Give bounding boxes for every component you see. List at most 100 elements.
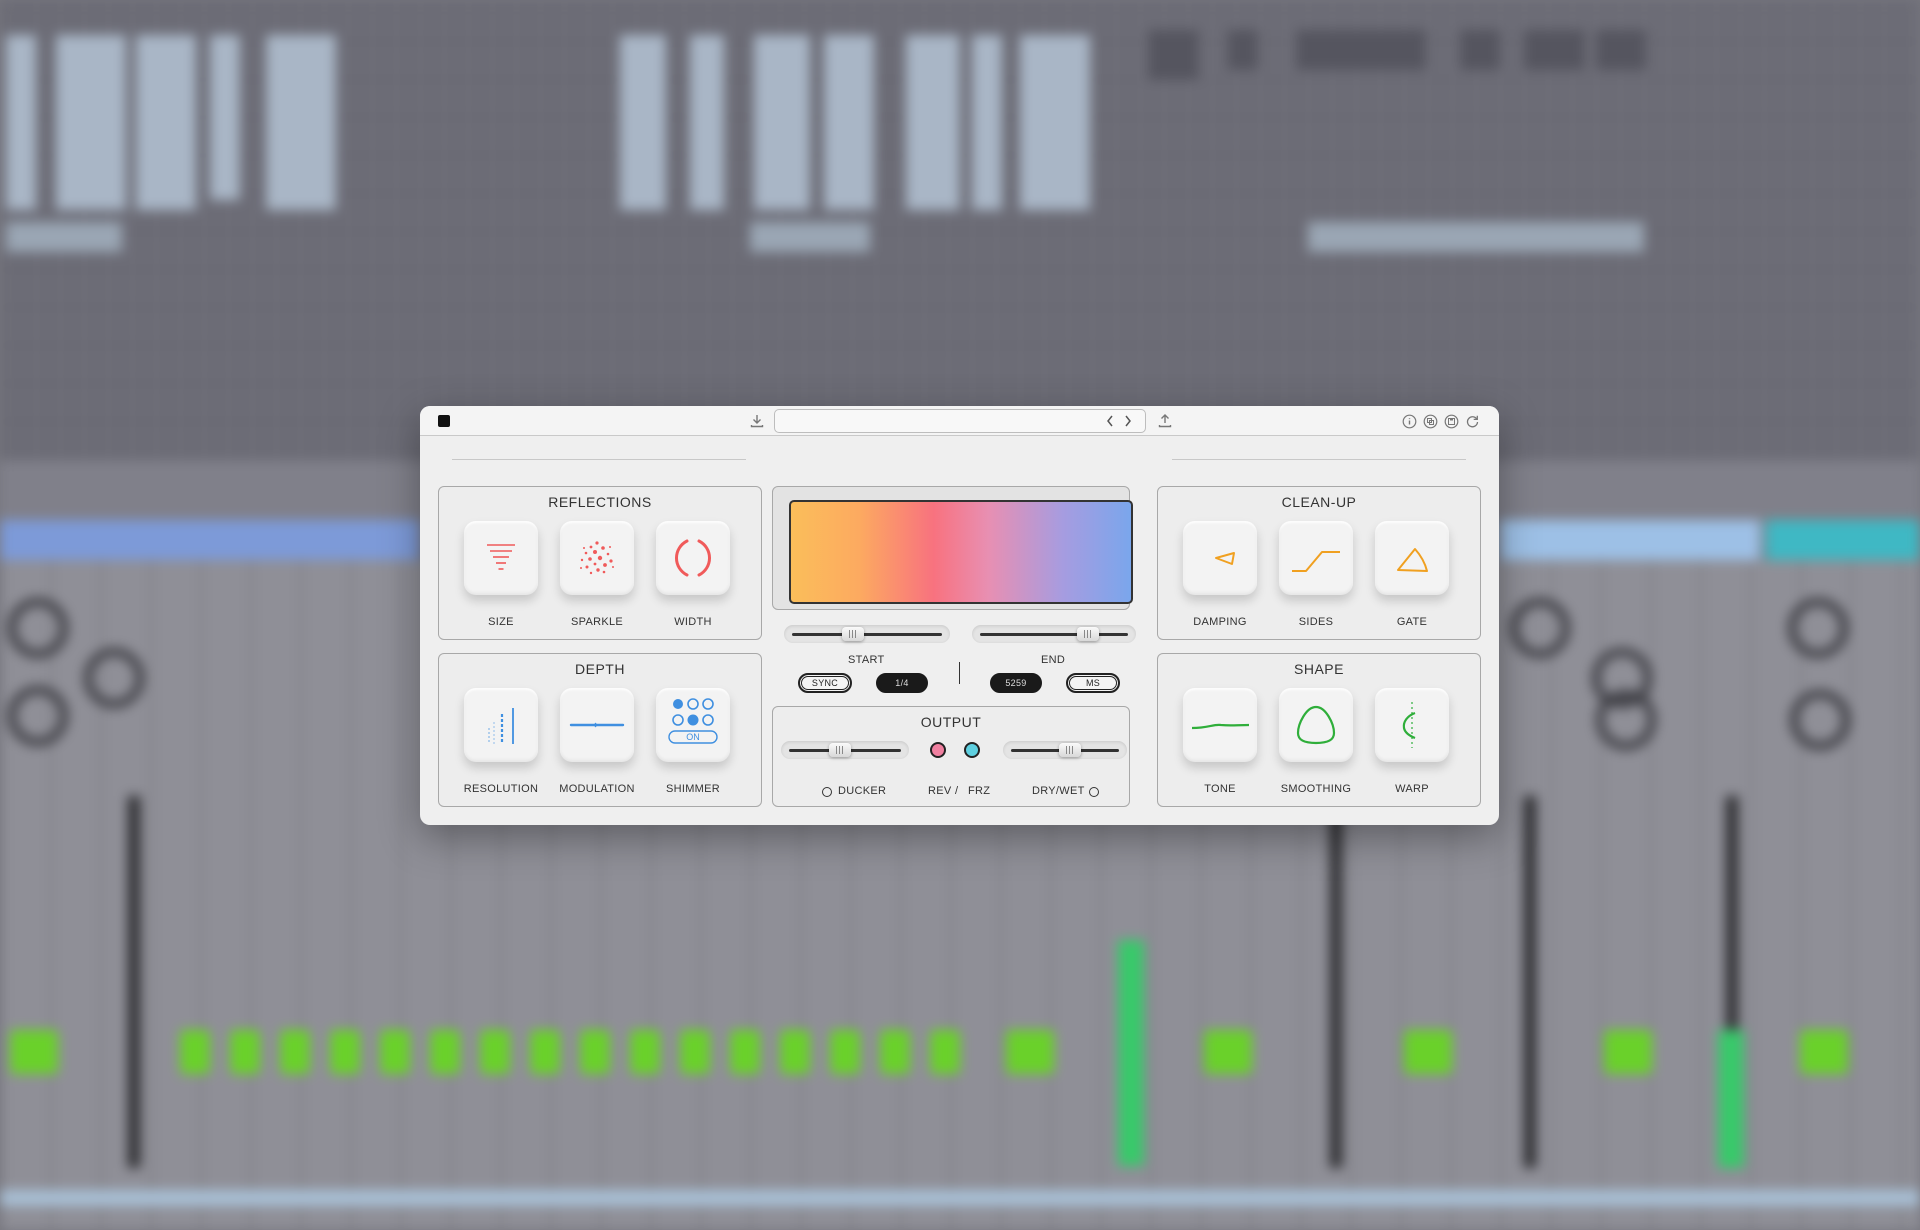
damping-icon	[1215, 552, 1235, 565]
drywet-slider-thumb[interactable]	[1058, 743, 1081, 757]
sides-icon	[1292, 551, 1340, 572]
track-activator	[380, 1030, 410, 1074]
modulation-control[interactable]	[560, 688, 634, 762]
fader	[1524, 796, 1536, 1168]
sparkle-icon	[580, 541, 614, 575]
clip	[6, 35, 36, 210]
ducker-slider[interactable]	[781, 741, 909, 759]
warp-control[interactable]	[1375, 688, 1449, 762]
knob	[1790, 690, 1850, 750]
clip	[972, 35, 1002, 210]
sync-button[interactable]: SYNC	[798, 673, 852, 693]
download-icon[interactable]	[750, 414, 764, 430]
track-activator	[10, 1030, 58, 1074]
clip	[1148, 30, 1198, 80]
fader	[128, 796, 140, 1168]
gate-label: GATE	[1396, 616, 1428, 628]
start-slider-track	[792, 633, 942, 636]
rev-frz-separator: /	[955, 785, 959, 797]
previous-preset-icon[interactable]	[1105, 413, 1115, 434]
clip	[56, 35, 126, 210]
info-icon[interactable]	[1402, 414, 1417, 431]
start-slider[interactable]	[784, 625, 950, 643]
sides-control[interactable]	[1279, 521, 1353, 595]
preset-selector[interactable]	[774, 409, 1146, 433]
end-label: END	[1041, 654, 1066, 666]
clip	[1296, 30, 1426, 70]
plugin-window: REFLECTIONS SIZE SPARKLE WIDTH DEPTH RES…	[420, 406, 1499, 825]
ducker-label: DUCKER	[838, 785, 887, 797]
plugin-titlebar	[420, 406, 1499, 436]
ms-button[interactable]: MS	[1066, 673, 1120, 693]
scrollbar	[0, 1190, 1920, 1206]
knob	[1596, 690, 1656, 750]
start-slider-thumb[interactable]	[842, 627, 865, 641]
clip	[690, 35, 724, 210]
track-activator	[1404, 1030, 1452, 1074]
sync-button-label: SYNC	[811, 678, 839, 688]
size-control[interactable]	[464, 521, 538, 595]
division-value: 1/4	[895, 678, 909, 688]
width-control[interactable]	[656, 521, 730, 595]
resolution-label: RESOLUTION	[463, 783, 539, 795]
resolution-icon	[488, 708, 514, 744]
track-header	[1500, 520, 1760, 560]
shimmer-control[interactable]: ON	[656, 688, 730, 762]
smoothing-control[interactable]	[1279, 688, 1353, 762]
end-slider-thumb[interactable]	[1076, 627, 1099, 641]
drywet-label: DRY/WET	[1032, 785, 1085, 797]
shimmer-icon	[668, 698, 718, 744]
gradient-display[interactable]	[789, 500, 1133, 604]
smoothing-label: SMOOTHING	[1280, 783, 1352, 795]
clip	[1308, 222, 1644, 252]
track-header	[0, 520, 420, 560]
smoothing-icon	[1296, 705, 1336, 745]
start-label: START	[848, 654, 885, 666]
clip	[824, 35, 874, 210]
ms-value: 5259	[1005, 678, 1027, 688]
shimmer-label: SHIMMER	[665, 783, 721, 795]
save-icon[interactable]	[1444, 414, 1459, 431]
clip	[1596, 30, 1646, 70]
compare-icon[interactable]	[1423, 414, 1438, 431]
drywet-radio[interactable]	[1089, 787, 1099, 797]
level-meter	[1118, 940, 1144, 1166]
knob	[8, 598, 68, 658]
resolution-control[interactable]	[464, 688, 538, 762]
track-activator	[230, 1030, 260, 1074]
gate-control[interactable]	[1375, 521, 1449, 595]
tone-control[interactable]	[1183, 688, 1257, 762]
damping-control[interactable]	[1183, 521, 1257, 595]
track-activator	[280, 1030, 310, 1074]
clip	[6, 222, 122, 252]
track-activator	[1604, 1030, 1652, 1074]
track-header	[1766, 520, 1920, 560]
track-activator	[880, 1030, 910, 1074]
track-activator	[580, 1030, 610, 1074]
sparkle-control[interactable]	[560, 521, 634, 595]
frz-toggle[interactable]	[964, 742, 980, 758]
division-selector[interactable]: 1/4	[876, 673, 928, 693]
plugin-toggle-button[interactable]	[438, 415, 450, 427]
damping-label: DAMPING	[1193, 616, 1247, 628]
clip	[1020, 35, 1090, 210]
tone-icon	[1191, 723, 1250, 730]
track-activator	[830, 1030, 860, 1074]
knob	[1788, 598, 1848, 658]
ducker-slider-thumb[interactable]	[829, 743, 852, 757]
ms-value-field[interactable]: 5259	[990, 673, 1042, 693]
size-label: SIZE	[488, 616, 514, 628]
upload-icon[interactable]	[1158, 414, 1172, 430]
reset-icon[interactable]	[1465, 414, 1480, 431]
gate-icon	[1397, 548, 1428, 572]
drywet-slider[interactable]	[1003, 741, 1127, 759]
rev-toggle[interactable]	[930, 742, 946, 758]
next-preset-icon[interactable]	[1123, 413, 1133, 434]
warp-label: WARP	[1395, 783, 1429, 795]
warp-icon	[1402, 702, 1416, 748]
knob	[1510, 598, 1570, 658]
end-slider[interactable]	[972, 625, 1136, 643]
ducker-radio[interactable]	[822, 787, 832, 797]
depth-panel: DEPTH RESOLUTION MODULATION ON SHIMMER	[438, 653, 762, 807]
clip	[136, 35, 196, 210]
